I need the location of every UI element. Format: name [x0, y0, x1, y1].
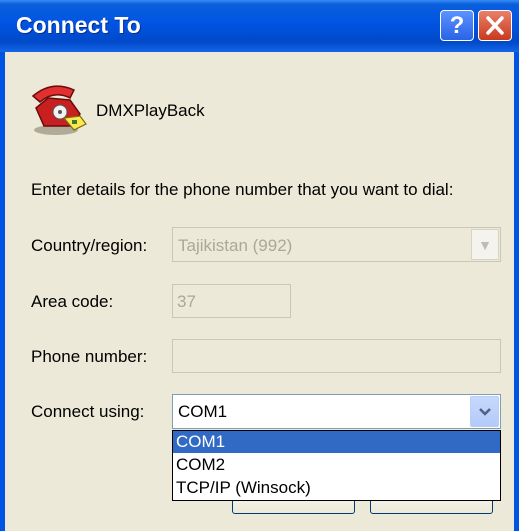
connect-to-dialog: Connect To ? DMXPlayBack Enter details f…	[0, 0, 519, 531]
window-title: Connect To	[16, 12, 141, 38]
chevron-down-icon: ▼	[471, 229, 499, 260]
dropdown-option-com1[interactable]: COM1	[173, 431, 500, 453]
help-icon: ?	[449, 12, 465, 39]
connect-using-select[interactable]: COM1	[172, 394, 501, 429]
connection-name: DMXPlayBack	[96, 101, 205, 120]
title-bar[interactable]: Connect To ?	[0, 0, 519, 52]
dropdown-option-com2[interactable]: COM2	[173, 454, 500, 476]
area-code-input: 37	[172, 284, 291, 318]
window-border-right	[514, 52, 519, 531]
area-code-label: Area code:	[31, 292, 114, 311]
dropdown-arrow-button[interactable]	[470, 396, 499, 427]
area-code-value: 37	[177, 292, 196, 311]
telephone-icon	[31, 85, 87, 135]
close-button[interactable]	[478, 10, 512, 41]
phone-number-input	[172, 339, 501, 373]
connect-using-label: Connect using:	[31, 402, 145, 421]
country-select: Tajikistan (992) ▼	[172, 227, 501, 262]
instructions-text: Enter details for the phone number that …	[31, 180, 454, 199]
connect-using-dropdown-list: COM1 COM2 TCP/IP (Winsock)	[172, 430, 501, 501]
chevron-down-icon	[479, 408, 491, 416]
help-button[interactable]: ?	[440, 10, 474, 41]
country-label: Country/region:	[31, 236, 148, 255]
connect-using-value: COM1	[178, 402, 228, 421]
close-icon	[486, 16, 504, 35]
window-border-left	[0, 52, 5, 531]
phone-number-label: Phone number:	[31, 347, 148, 366]
country-value: Tajikistan (992)	[178, 236, 293, 255]
dropdown-option-tcpip[interactable]: TCP/IP (Winsock)	[173, 477, 500, 499]
